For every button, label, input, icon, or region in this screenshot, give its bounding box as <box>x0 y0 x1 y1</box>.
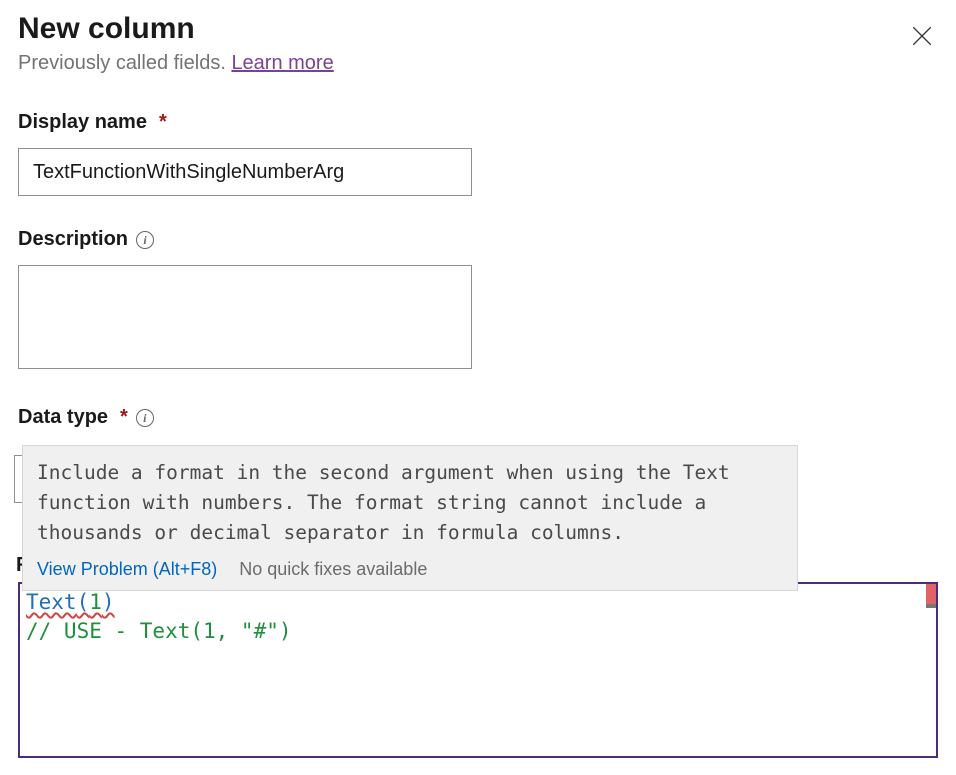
required-asterisk: * <box>159 111 167 134</box>
description-label: Description i <box>18 228 938 251</box>
subtitle-prefix: Previously called fields. <box>18 52 231 74</box>
data-type-label: Data type * i <box>18 406 938 429</box>
panel-subtitle: Previously called fields. Learn more <box>18 52 938 75</box>
code-fn-error: Text(1) <box>26 590 115 614</box>
display-name-label-text: Display name <box>18 111 147 134</box>
panel-title: New column <box>18 12 195 46</box>
error-tooltip: Include a format in the second argument … <box>22 445 798 591</box>
learn-more-link[interactable]: Learn more <box>231 52 333 74</box>
description-label-text: Description <box>18 228 128 251</box>
info-icon[interactable]: i <box>136 231 154 249</box>
tooltip-message: Include a format in the second argument … <box>37 458 783 549</box>
description-input[interactable] <box>18 265 472 369</box>
error-marker[interactable] <box>926 584 936 604</box>
display-name-label: Display name * <box>18 111 938 134</box>
close-icon <box>912 26 932 46</box>
formula-editor[interactable]: Text(1) // USE - Text(1, "#") <box>18 582 938 758</box>
close-button[interactable] <box>906 20 938 52</box>
data-type-label-text: Data type <box>18 406 108 429</box>
no-quick-fixes-text: No quick fixes available <box>239 559 427 580</box>
formula-line-1: Text(1) <box>26 588 930 617</box>
info-icon[interactable]: i <box>136 409 154 427</box>
formula-line-2: // USE - Text(1, "#") <box>26 617 930 646</box>
scrollbar-cursor-marker <box>926 604 936 608</box>
required-asterisk: * <box>120 406 128 429</box>
view-problem-link[interactable]: View Problem (Alt+F8) <box>37 559 217 580</box>
display-name-input[interactable] <box>18 148 472 196</box>
